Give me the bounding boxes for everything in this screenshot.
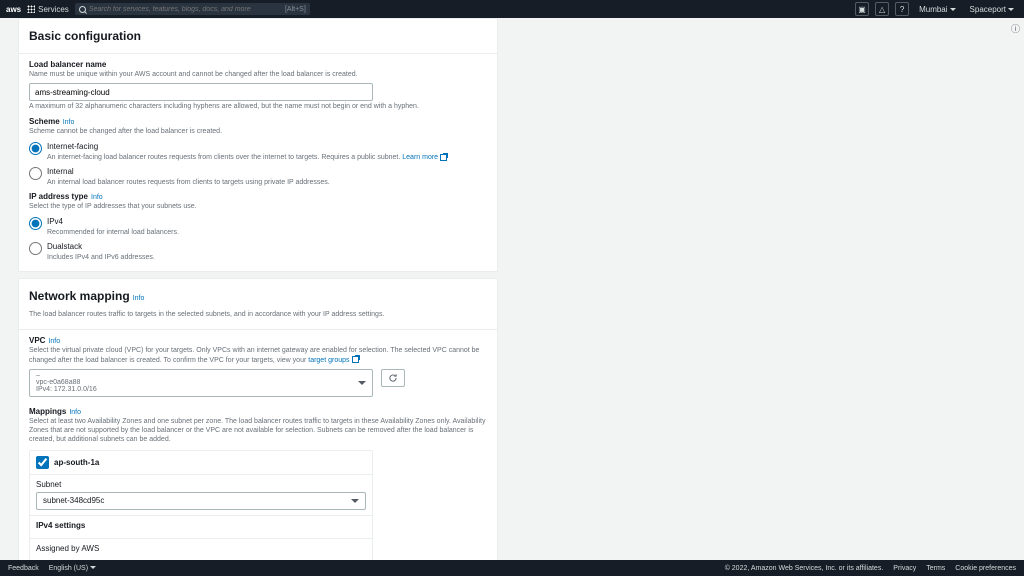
scheme-internet-facing[interactable]: Internet-facing An internet-facing load … xyxy=(29,141,487,161)
chevron-down-icon xyxy=(358,381,366,385)
mappings-label: MappingsInfo xyxy=(29,407,487,416)
scheme-learn-more-link[interactable]: Learn more xyxy=(402,154,447,161)
external-link-icon xyxy=(440,154,447,161)
external-link-icon xyxy=(352,356,359,363)
subnet-select-0[interactable]: subnet-348cd95c xyxy=(36,492,366,510)
az-box-0: ap-south-1a Subnet subnet-348cd95c IPv4 … xyxy=(29,450,373,560)
content-area: Basic configuration Load balancer name N… xyxy=(0,18,1024,560)
lb-name-label: Load balancer name xyxy=(29,60,487,69)
search-shortcut: [Alt+S] xyxy=(285,6,306,13)
services-label: Services xyxy=(38,5,69,14)
ip-radio-ipv4[interactable] xyxy=(29,217,42,230)
footer: Feedback English (US) © 2022, Amazon Web… xyxy=(0,560,1024,576)
basic-config-panel: Basic configuration Load balancer name N… xyxy=(18,18,498,272)
privacy-link[interactable]: Privacy xyxy=(893,565,916,572)
ip-type-label: IP address typeInfo xyxy=(29,192,487,201)
cookie-link[interactable]: Cookie preferences xyxy=(955,565,1016,572)
vpc-select[interactable]: – vpc-e0a68a88 IPv4: 172.31.0.0/16 xyxy=(29,369,373,397)
top-nav: aws Services [Alt+S] ▣ △ ? Mumbai Spacep… xyxy=(0,0,1024,18)
network-desc: The load balancer routes traffic to targ… xyxy=(19,310,497,325)
az-checkbox-0[interactable] xyxy=(36,456,49,469)
mappings-desc: Select at least two Availability Zones a… xyxy=(29,417,487,444)
subnet-label-0: Subnet xyxy=(36,480,366,489)
cloudshell-icon[interactable]: ▣ xyxy=(855,2,869,16)
scheme-info-link[interactable]: Info xyxy=(63,119,75,126)
global-search[interactable]: [Alt+S] xyxy=(75,3,310,15)
network-mapping-panel: Network mappingInfo The load balancer ro… xyxy=(18,278,498,560)
ipv4-settings-label-0: IPv4 settings xyxy=(36,521,366,530)
search-icon xyxy=(79,6,86,13)
vpc-desc: Select the virtual private cloud (VPC) f… xyxy=(29,346,487,364)
language-selector[interactable]: English (US) xyxy=(49,565,96,572)
scheme-label: SchemeInfo xyxy=(29,117,487,126)
chevron-down-icon xyxy=(351,499,359,503)
copyright: © 2022, Amazon Web Services, Inc. or its… xyxy=(725,565,884,572)
region-selector[interactable]: Mumbai xyxy=(915,5,959,14)
services-menu[interactable]: Services xyxy=(27,5,69,14)
ip-ipv4[interactable]: IPv4 Recommended for internal load balan… xyxy=(29,216,487,236)
ip-radio-dualstack[interactable] xyxy=(29,242,42,255)
refresh-icon xyxy=(388,373,398,383)
lb-name-input[interactable] xyxy=(29,83,373,101)
feedback-link[interactable]: Feedback xyxy=(8,565,39,572)
info-drawer-toggle[interactable]: ⓘ xyxy=(1011,22,1020,35)
ipv4-settings-value-0: Assigned by AWS xyxy=(36,544,366,553)
help-icon[interactable]: ? xyxy=(895,2,909,16)
network-mapping-title: Network mappingInfo xyxy=(19,279,497,309)
notifications-icon[interactable]: △ xyxy=(875,2,889,16)
account-menu[interactable]: Spaceport xyxy=(966,5,1018,14)
az-name-0: ap-south-1a xyxy=(54,458,99,467)
aws-logo[interactable]: aws xyxy=(6,5,21,14)
scheme-desc: Scheme cannot be changed after the load … xyxy=(29,127,487,136)
terms-link[interactable]: Terms xyxy=(926,565,945,572)
scheme-internal[interactable]: Internal An internal load balancer route… xyxy=(29,166,487,186)
grid-icon xyxy=(27,5,35,13)
network-info-link[interactable]: Info xyxy=(133,295,145,302)
target-groups-link[interactable]: target groups xyxy=(308,357,358,364)
vpc-refresh-button[interactable] xyxy=(381,369,405,387)
scheme-radio-internet[interactable] xyxy=(29,142,42,155)
search-input[interactable] xyxy=(89,6,282,13)
vpc-info-link[interactable]: Info xyxy=(48,338,60,345)
ip-info-link[interactable]: Info xyxy=(91,194,103,201)
lb-name-desc: Name must be unique within your AWS acco… xyxy=(29,70,487,79)
ip-dualstack[interactable]: Dualstack Includes IPv4 and IPv6 address… xyxy=(29,241,487,261)
vpc-label: VPCInfo xyxy=(29,336,487,345)
scheme-radio-internal[interactable] xyxy=(29,167,42,180)
ip-type-desc: Select the type of IP addresses that you… xyxy=(29,202,487,211)
mappings-info-link[interactable]: Info xyxy=(69,409,81,416)
lb-name-hint: A maximum of 32 alphanumeric characters … xyxy=(29,102,487,111)
basic-config-title: Basic configuration xyxy=(19,19,497,49)
